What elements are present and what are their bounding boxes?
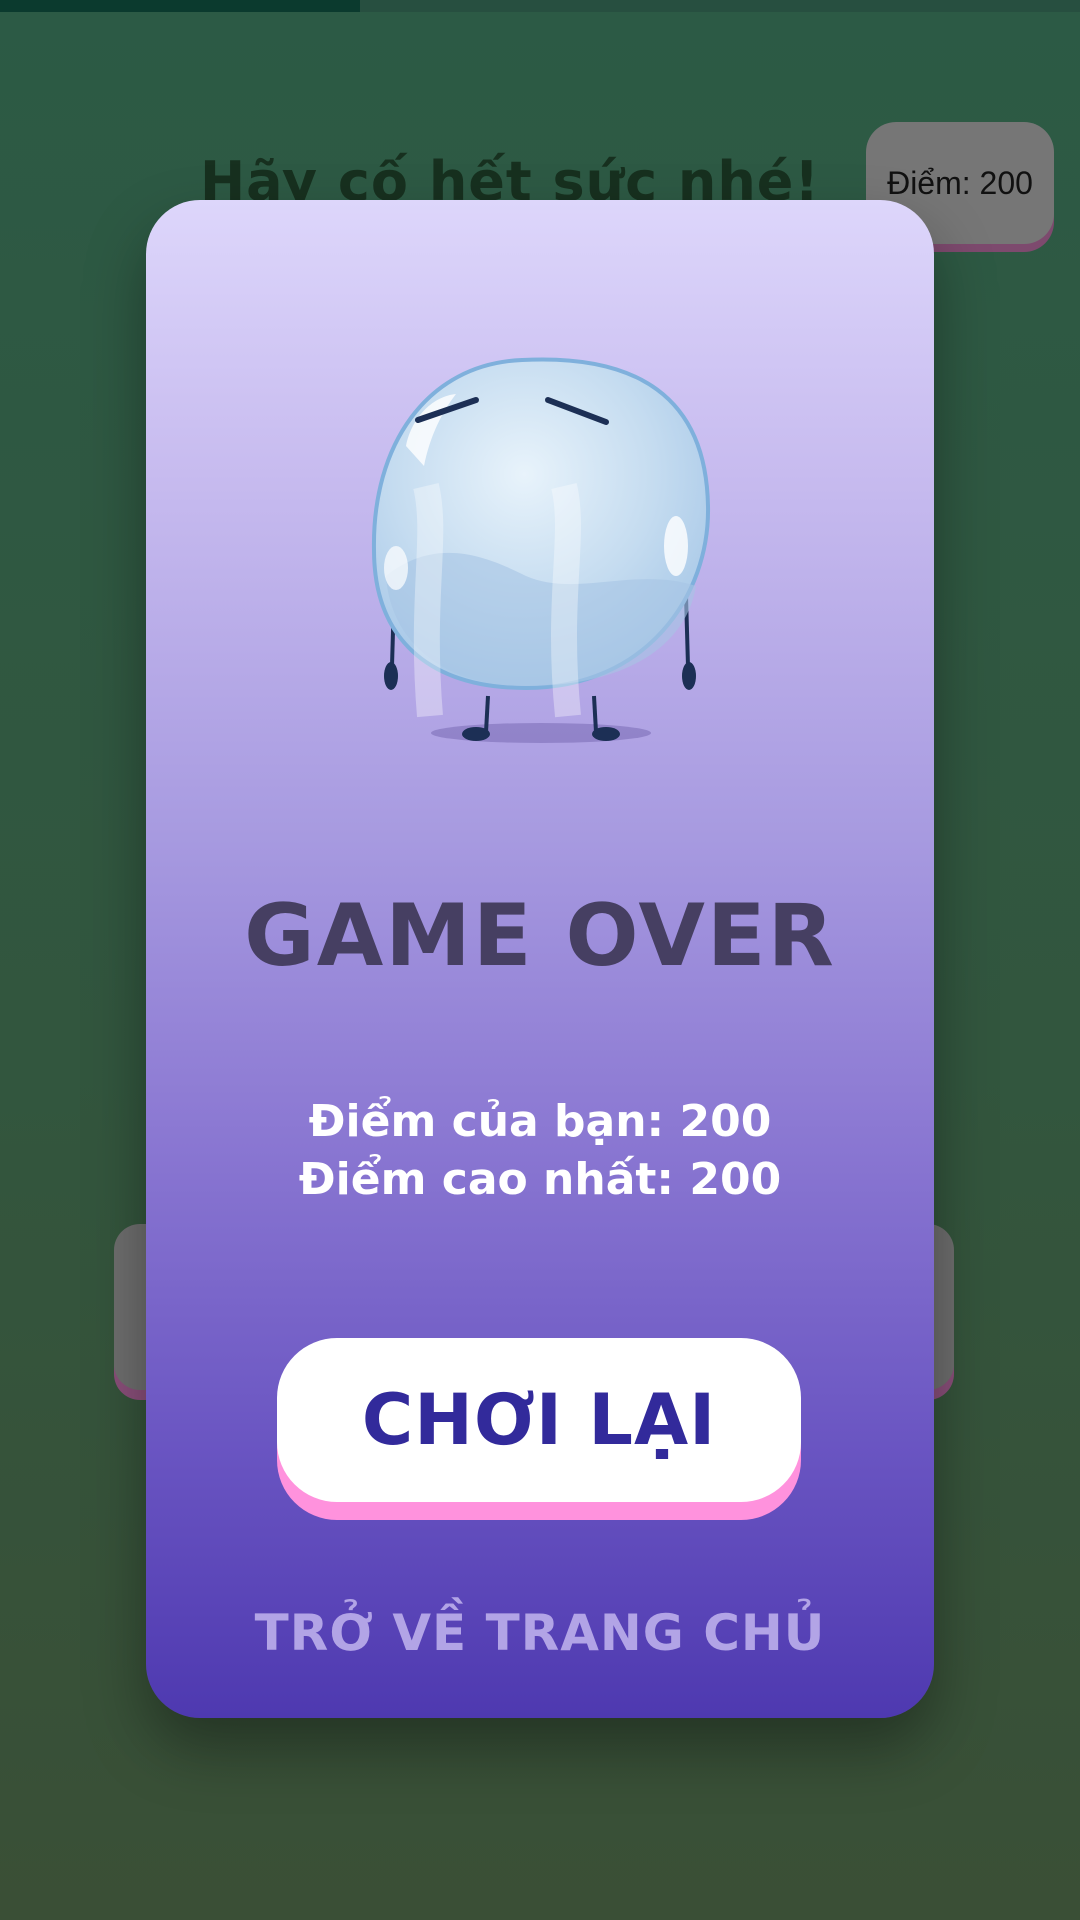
high-score-text: Điểm cao nhất: 200 [298, 1154, 782, 1205]
back-to-home-link[interactable]: TRỞ VỀ TRANG CHỦ [146, 1604, 934, 1662]
progress-bar [0, 0, 1080, 12]
replay-button[interactable]: CHƠI LẠI [277, 1338, 801, 1502]
your-score-text: Điểm của bạn: 200 [308, 1096, 772, 1147]
game-over-title: GAME OVER [244, 886, 836, 986]
sad-bubble-icon [371, 357, 711, 743]
progress-bar-fill [0, 0, 360, 12]
game-over-dialog: GAME OVER Điểm của bạn: 200 Điểm cao nhấ… [146, 200, 934, 1718]
